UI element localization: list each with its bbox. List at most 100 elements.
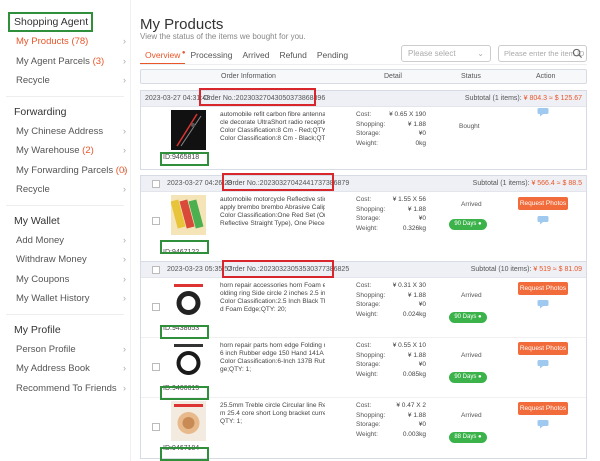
main-content: My Products View the status of the items…	[140, 0, 600, 461]
chat-icon[interactable]	[537, 107, 549, 117]
annotation-box-order-number	[222, 260, 334, 278]
sidebar-title-wallet: My Wallet	[14, 214, 60, 227]
item-checkbox[interactable]	[152, 217, 160, 225]
tab-overview[interactable]: Overview ●	[140, 46, 186, 64]
item-description[interactable]: horn repair accessories horn Foam edge F…	[220, 282, 325, 314]
order-subtotal: Subtotal (1 items): ¥ 566.4 ≈ $ 88.5	[472, 180, 582, 187]
chevron-right-icon: ›	[123, 382, 126, 393]
product-thumbnail[interactable]	[171, 401, 206, 441]
chevron-right-icon: ›	[123, 363, 126, 373]
chevron-right-icon: ›	[123, 36, 126, 46]
chevron-right-icon: ›	[123, 254, 126, 264]
sidebar-item-person-profile[interactable]: Person Profile ›	[0, 340, 130, 360]
product-thumbnail[interactable]	[171, 281, 206, 321]
sidebar-item-forwarding-recycle[interactable]: Recycle ›	[0, 180, 130, 200]
product-thumbnail[interactable]	[171, 110, 206, 150]
order-checkbox[interactable]	[152, 266, 160, 274]
order-header: 2023-03-27 04:26:28 Order No.:2023032704…	[141, 176, 586, 192]
sidebar-title-forwarding: Forwarding	[14, 105, 67, 118]
item-description[interactable]: horn repair parts horn edge Folding ring…	[220, 342, 325, 374]
divider	[140, 64, 587, 65]
search-icon[interactable]	[572, 48, 583, 59]
sidebar-item-recommend[interactable]: Recommend To Friends ›	[0, 379, 130, 399]
request-photos-button[interactable]: Request Photos	[518, 197, 568, 210]
chat-icon[interactable]	[537, 299, 549, 309]
product-thumbnail[interactable]	[171, 195, 206, 235]
order-subtotal: Subtotal (1 items): ¥ 804.3 ≈ $ 125.67	[464, 95, 582, 102]
product-thumbnail[interactable]	[171, 341, 206, 381]
item-detail: Cost: ¥ 0.55 X 10 Shopping: ¥ 1.88 Storage…	[356, 342, 426, 378]
chat-icon[interactable]	[537, 215, 549, 225]
item-checkbox[interactable]	[152, 303, 160, 311]
order-checkbox[interactable]	[152, 180, 160, 188]
sidebar-item-warehouse[interactable]: My Warehouse (2) ›	[0, 141, 130, 161]
sidebar-item-my-agent-parcels[interactable]: My Agent Parcels (3) ›	[0, 52, 130, 72]
item-description[interactable]: automobile motorcycle Reflective sticker…	[220, 196, 325, 228]
divider	[6, 95, 124, 97]
chevron-right-icon: ›	[123, 293, 126, 303]
divider	[6, 313, 124, 315]
order-header: 2023-03-23 05:35:57 Order No.:2023032305…	[141, 262, 586, 278]
annotation-box-item-id	[160, 386, 209, 400]
col-order-information: Order Information	[221, 73, 276, 80]
request-photos-button[interactable]: Request Photos	[518, 282, 568, 295]
col-status: Status	[461, 73, 481, 80]
col-detail: Detail	[384, 73, 402, 80]
annotation-box-item-id	[160, 152, 209, 166]
item-status: Arrived	[461, 201, 482, 208]
page-subtitle: View the status of the items we bought f…	[140, 32, 306, 41]
tab-refund[interactable]: Refund	[274, 46, 311, 64]
sidebar-item-forwarding-parcels[interactable]: My Forwarding Parcels (0) ›	[0, 161, 130, 181]
sidebar-item-coupons[interactable]: My Coupons ›	[0, 270, 130, 290]
tab-bar: Overview ● Processing Arrived Refund Pend…	[140, 46, 353, 64]
annotation-box-order-number	[222, 173, 334, 191]
sidebar-item-my-products[interactable]: My Products (78) ›	[0, 32, 130, 52]
request-photos-button[interactable]: Request Photos	[518, 402, 568, 415]
item-detail: Cost: ¥ 1.55 X 56 Shopping: ¥ 1.88 Storage…	[356, 196, 426, 232]
chevron-right-icon: ›	[123, 55, 126, 66]
annotation-box-item-id	[160, 325, 209, 339]
sidebar-item-wallet-history[interactable]: My Wallet History ›	[0, 289, 130, 309]
request-photos-button[interactable]: Request Photos	[518, 342, 568, 355]
page-title: My Products	[140, 16, 224, 33]
chevron-right-icon: ›	[123, 125, 126, 136]
annotation-box-item-id	[160, 447, 209, 461]
status-select[interactable]: Please select ⌄	[401, 45, 491, 62]
days-badge: 90 Days ●	[449, 372, 487, 383]
item-detail: Cost: ¥ 0.31 X 30 Shopping: ¥ 1.88 Storage…	[356, 282, 426, 318]
item-id-search-input[interactable]: Please enter the item ID	[498, 45, 587, 62]
item-detail: Cost: ¥ 0.47 X 2 Shopping: ¥ 1.88 Storage:…	[356, 402, 426, 438]
sidebar-item-add-money[interactable]: Add Money ›	[0, 231, 130, 251]
col-action: Action	[536, 73, 556, 80]
item-description[interactable]: 25.5mm Treble circle Circular line Resin…	[220, 402, 325, 426]
chevron-right-icon: ›	[123, 75, 126, 85]
chevron-right-icon: ›	[123, 343, 126, 354]
item-status: Arrived	[461, 412, 482, 419]
chat-icon[interactable]	[537, 419, 549, 429]
annotation-box-item-id	[160, 240, 209, 254]
chevron-right-icon: ›	[123, 164, 126, 175]
sidebar-item-address-book[interactable]: My Address Book ›	[0, 359, 130, 379]
sidebar-item-recycle[interactable]: Recycle ›	[0, 71, 130, 91]
item-status: Arrived	[461, 292, 482, 299]
item-detail: Cost: ¥ 0.65 X 190 Shopping: ¥ 1.88 Storag…	[356, 111, 426, 147]
item-description[interactable]: automobile refit carbon fibre antenna Ve…	[220, 111, 325, 143]
sidebar-item-withdraw-money[interactable]: Withdraw Money ›	[0, 250, 130, 270]
chevron-right-icon: ›	[123, 184, 126, 194]
item-status: Arrived	[461, 352, 482, 359]
chevron-down-icon: ⌄	[477, 49, 484, 58]
chevron-right-icon: ›	[123, 234, 126, 245]
divider	[6, 204, 124, 206]
days-badge: 88 Days ●	[449, 432, 487, 443]
item-checkbox[interactable]	[152, 423, 160, 431]
order-subtotal: Subtotal (10 items): ¥ 519 ≈ $ 81.09	[470, 266, 582, 273]
item-checkbox[interactable]	[152, 363, 160, 371]
days-badge: 90 Days ●	[449, 219, 487, 230]
item-status: Bought	[459, 123, 480, 130]
chat-icon[interactable]	[537, 359, 549, 369]
tab-processing[interactable]: Processing	[185, 46, 237, 64]
chevron-right-icon: ›	[123, 273, 126, 284]
tab-pending[interactable]: Pending	[312, 46, 353, 64]
sidebar-item-chinese-address[interactable]: My Chinese Address ›	[0, 122, 130, 142]
tab-arrived[interactable]: Arrived	[238, 46, 275, 64]
